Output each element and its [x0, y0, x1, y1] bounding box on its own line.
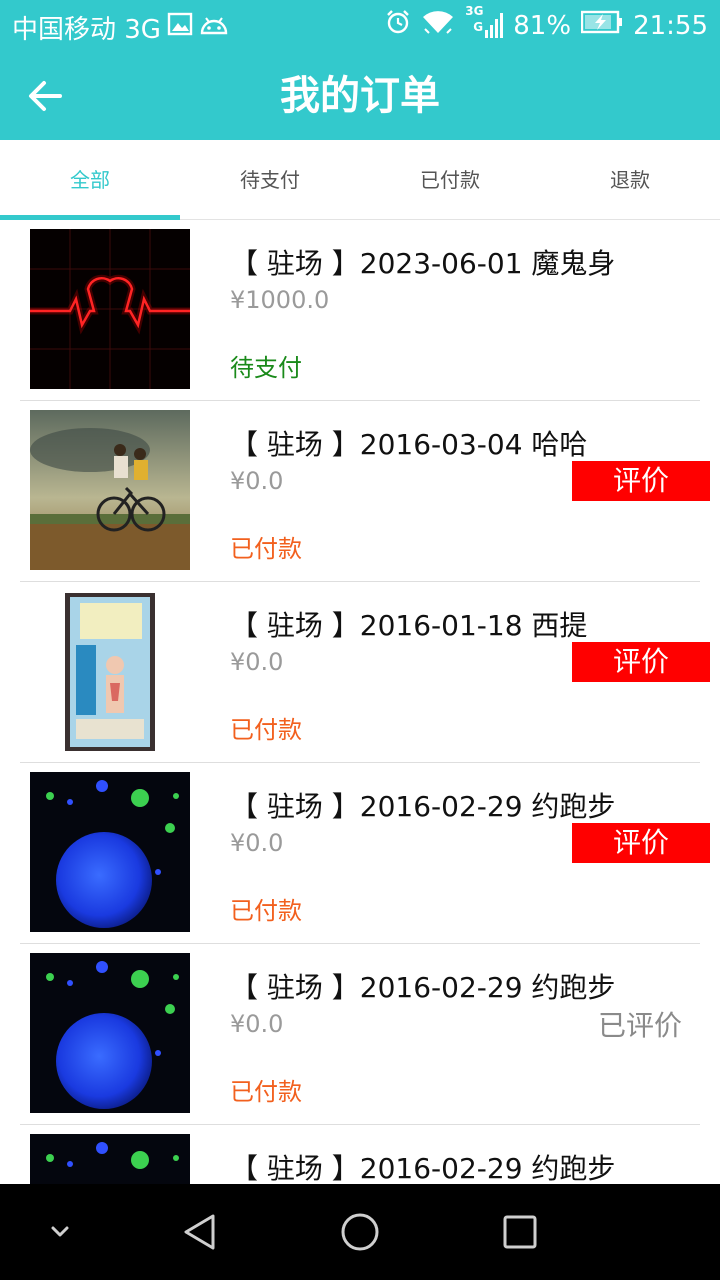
order-name: 【 驻场 】2016-01-18 西提 [230, 609, 588, 642]
order-thumbnail [30, 591, 190, 751]
app-top-bar: 中国移动 3G 3G G 81% 21:55 我的订单 [0, 0, 720, 140]
order-status: 已付款 [230, 1078, 302, 1106]
home-circle-icon [341, 1213, 379, 1251]
battery-percent: 81% [513, 10, 572, 41]
nav-recents-button[interactable] [500, 1212, 540, 1252]
order-row[interactable]: 【 驻场 】2016-03-04 哈哈 ¥0.0 已付款 评价 [20, 401, 710, 582]
order-name: 【 驻场 】2016-02-29 约跑步 [230, 1152, 616, 1184]
tab-paid[interactable]: 已付款 [360, 140, 540, 219]
wifi-icon [421, 9, 455, 42]
status-left: 中国移动 3G [12, 9, 229, 46]
header: 我的订单 [0, 52, 720, 140]
order-price: ¥0.0 [230, 467, 284, 495]
order-price: ¥1000.0 [230, 286, 330, 314]
clock: 21:55 [633, 10, 708, 41]
order-name: 【 驻场 】2016-02-29 约跑步 [230, 790, 616, 823]
order-name: 【 驻场 】2023-06-01 魔鬼身 [230, 247, 616, 280]
order-thumbnail [30, 410, 190, 570]
image-icon [167, 11, 193, 44]
order-list[interactable]: 【 驻场 】2023-06-01 魔鬼身 ¥1000.0 待支付 【 驻场 】2… [0, 220, 720, 1184]
signal-3g-icon: 3G G [465, 4, 504, 42]
chevron-down-icon [51, 1226, 69, 1237]
back-triangle-icon [184, 1214, 215, 1250]
nav-hide-button[interactable] [40, 1212, 80, 1252]
rated-label: 已评价 [597, 1009, 682, 1042]
order-price: ¥0.0 [230, 829, 284, 857]
tab-pending-payment[interactable]: 待支付 [180, 140, 360, 219]
rate-button[interactable]: 评价 [572, 461, 710, 501]
nav-back-button[interactable] [180, 1212, 220, 1252]
alarm-icon [385, 9, 411, 42]
tab-refund[interactable]: 退款 [540, 140, 720, 219]
order-price: ¥0.0 [230, 648, 284, 676]
android-icon [199, 13, 229, 43]
status-right: 3G G 81% 21:55 [385, 4, 708, 42]
order-name: 【 驻场 】2016-02-29 约跑步 [230, 971, 616, 1004]
order-price: ¥0.0 [230, 1010, 284, 1038]
recents-square-icon [503, 1215, 537, 1249]
nav-home-button[interactable] [340, 1212, 380, 1252]
order-row[interactable]: 【 驻场 】2016-02-29 约跑步 ¥0.0 已付款 已评价 [20, 944, 700, 1125]
order-thumbnail [30, 953, 190, 1113]
order-status: 已付款 [230, 716, 302, 744]
order-row[interactable]: 【 驻场 】2016-02-29 约跑步 ¥0.0 已付款 评价 [20, 763, 710, 944]
order-thumbnail [30, 1134, 190, 1184]
carrier-label: 中国移动 3G [12, 15, 161, 45]
rate-button[interactable]: 评价 [572, 823, 710, 863]
rate-button[interactable]: 评价 [572, 642, 710, 682]
order-row[interactable]: 【 驻场 】2023-06-01 魔鬼身 ¥1000.0 待支付 [20, 220, 700, 401]
order-thumbnail [30, 229, 190, 389]
order-status: 待支付 [230, 354, 302, 382]
order-tabs: 全部 待支付 已付款 退款 [0, 140, 720, 220]
order-row[interactable]: 【 驻场 】2016-02-29 约跑步 [20, 1125, 700, 1184]
status-bar: 中国移动 3G 3G G 81% 21:55 [0, 0, 720, 52]
order-thumbnail [30, 772, 190, 932]
order-status: 已付款 [230, 535, 302, 563]
system-nav-bar [0, 1184, 720, 1280]
page-title: 我的订单 [280, 73, 440, 119]
order-status: 已付款 [230, 897, 302, 925]
tab-all[interactable]: 全部 [0, 140, 180, 220]
order-row[interactable]: 【 驻场 】2016-01-18 西提 ¥0.0 已付款 评价 [20, 582, 710, 763]
battery-charging-icon [580, 10, 623, 41]
order-name: 【 驻场 】2016-03-04 哈哈 [230, 428, 588, 461]
